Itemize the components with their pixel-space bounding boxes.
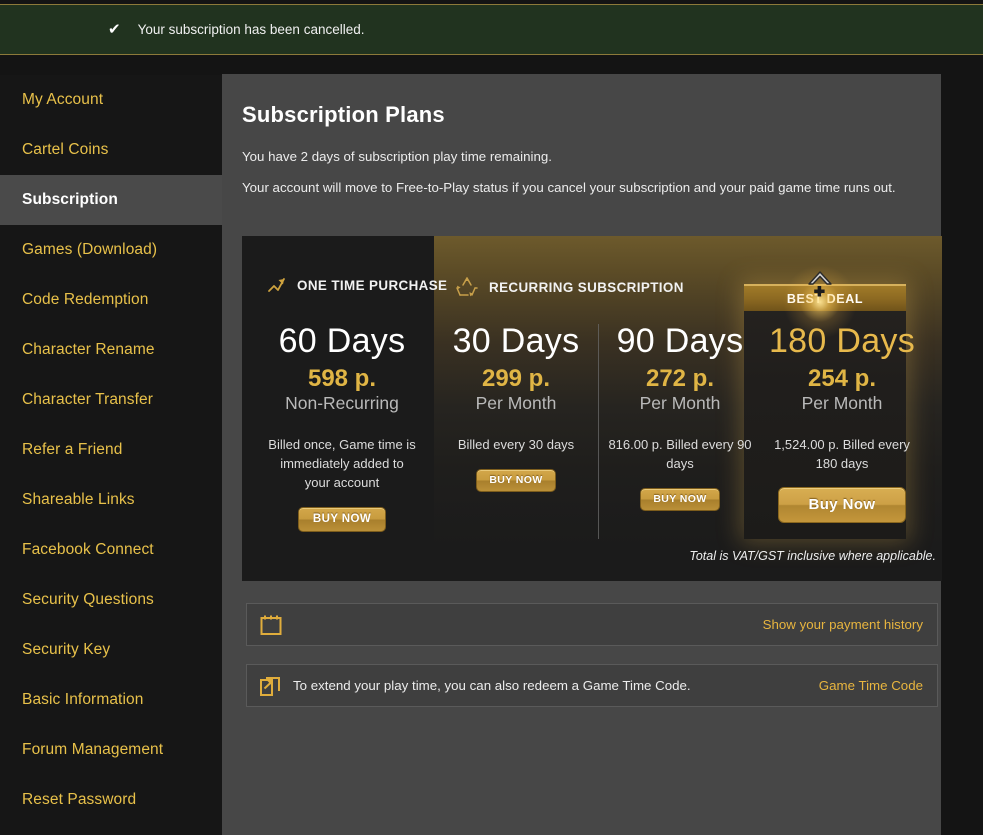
sidebar-item-label: Refer a Friend — [22, 441, 122, 459]
plan-price: 598 p. — [260, 366, 424, 392]
sidebar-item-security-questions[interactable]: Security Questions — [0, 575, 222, 625]
sidebar-item-label: Forum Management — [22, 741, 163, 759]
plan-billing-note: 1,524.00 p. Billed every 180 days — [760, 436, 924, 474]
plan-price: 254 p. — [760, 366, 924, 392]
sidebar-item-label: Games (Download) — [22, 241, 157, 259]
sidebar-item-label: My Account — [22, 91, 103, 109]
plan-period: Per Month — [760, 393, 924, 414]
sidebar-item-label: Character Rename — [22, 341, 155, 359]
sidebar-item-shareable-links[interactable]: Shareable Links — [0, 475, 222, 525]
sidebar-item-refer-a-friend[interactable]: Refer a Friend — [0, 425, 222, 475]
game-time-code-row[interactable]: To extend your play time, you can also r… — [246, 664, 938, 707]
plan-price: 299 p. — [434, 366, 598, 392]
arrow-up-right-icon — [266, 274, 288, 296]
calendar-icon — [259, 613, 283, 637]
plan-billing-note: 816.00 p. Billed every 90 days — [598, 436, 762, 474]
page-title: Subscription Plans — [242, 102, 445, 128]
sidebar-item-label: Reset Password — [22, 791, 136, 809]
sidebar-item-code-redemption[interactable]: Code Redemption — [0, 275, 222, 325]
payment-history-row[interactable]: Show your payment history — [246, 603, 938, 646]
sidebar-item-security-key[interactable]: Security Key — [0, 625, 222, 675]
sidebar-item-reset-password[interactable]: Reset Password — [0, 775, 222, 825]
one-time-purchase-label: ONE TIME PURCHASE — [297, 278, 447, 293]
plan-duration: 90 Days — [598, 322, 762, 360]
sidebar-item-basic-information[interactable]: Basic Information — [0, 675, 222, 725]
sidebar-item-character-rename[interactable]: Character Rename — [0, 325, 222, 375]
plan-duration: 180 Days — [760, 322, 924, 360]
subscription-plans-container: ONE TIME PURCHASE RECURRING SUBSCRIPTION — [242, 236, 942, 581]
sidebar-item-label: Cartel Coins — [22, 141, 108, 159]
sidebar-item-label: Facebook Connect — [22, 541, 154, 559]
check-icon: ✔ — [108, 22, 121, 37]
subscription-cancelled-banner: ✔ Your subscription has been cancelled. — [0, 4, 983, 55]
game-time-code-text: To extend your play time, you can also r… — [293, 678, 691, 693]
sidebar-item-label: Character Transfer — [22, 391, 153, 409]
plan-billing-note: Billed once, Game time is immediately ad… — [260, 436, 424, 493]
alert-content: ✔ Your subscription has been cancelled. — [108, 22, 364, 37]
plan-billing-note: Billed every 30 days — [434, 436, 598, 455]
plan-card-90-days: 90 Days 272 p. Per Month 816.00 p. Bille… — [598, 322, 762, 511]
play-time-remaining-text: You have 2 days of subscription play tim… — [242, 148, 552, 167]
buy-now-button-180-days[interactable]: Buy Now — [778, 487, 907, 523]
sidebar-item-my-account[interactable]: My Account — [0, 75, 222, 125]
sidebar-item-label: Shareable Links — [22, 491, 135, 509]
buy-now-button-90-days[interactable]: BUY NOW — [640, 488, 719, 511]
sidebar-item-label: Subscription — [22, 191, 118, 209]
sidebar-item-label: Security Key — [22, 641, 110, 659]
sidebar-item-subscription[interactable]: Subscription — [0, 175, 222, 225]
plan-duration: 30 Days — [434, 322, 598, 360]
plan-period: Non-Recurring — [260, 393, 424, 414]
sidebar-item-facebook-connect[interactable]: Facebook Connect — [0, 525, 222, 575]
game-time-code-link[interactable]: Game Time Code — [819, 678, 923, 693]
plan-period: Per Month — [598, 393, 762, 414]
alert-message: Your subscription has been cancelled. — [138, 22, 365, 37]
recycle-loop-icon — [454, 274, 480, 300]
sidebar-item-forum-management[interactable]: Forum Management — [0, 725, 222, 775]
plan-duration: 60 Days — [260, 322, 424, 360]
recurring-subscription-label: RECURRING SUBSCRIPTION — [489, 280, 684, 295]
sidebar-item-games-download[interactable]: Games (Download) — [0, 225, 222, 275]
buy-now-button-30-days[interactable]: BUY NOW — [476, 469, 555, 492]
upgrade-plus-icon — [806, 270, 834, 300]
vat-gst-note: Total is VAT/GST inclusive where applica… — [618, 549, 936, 563]
account-sidebar: My Account Cartel Coins Subscription Gam… — [0, 75, 222, 835]
show-payment-history-link[interactable]: Show your payment history — [763, 617, 923, 632]
plan-period: Per Month — [434, 393, 598, 414]
sidebar-item-label: Basic Information — [22, 691, 143, 709]
plan-card-30-days: 30 Days 299 p. Per Month Billed every 30… — [434, 322, 598, 492]
plan-card-180-days: 180 Days 254 p. Per Month 1,524.00 p. Bi… — [760, 322, 924, 523]
external-link-icon — [259, 675, 281, 697]
one-time-purchase-header: ONE TIME PURCHASE — [266, 274, 447, 296]
sidebar-item-label: Code Redemption — [22, 291, 148, 309]
recurring-subscription-header: RECURRING SUBSCRIPTION — [454, 274, 684, 300]
buy-now-button-60-days[interactable]: BUY NOW — [298, 507, 386, 532]
sidebar-item-label: Security Questions — [22, 591, 154, 609]
plan-card-60-days: 60 Days 598 p. Non-Recurring Billed once… — [260, 322, 424, 532]
free-to-play-notice-text: Your account will move to Free-to-Play s… — [242, 179, 914, 198]
sidebar-item-character-transfer[interactable]: Character Transfer — [0, 375, 222, 425]
sidebar-item-cartel-coins[interactable]: Cartel Coins — [0, 125, 222, 175]
plan-price: 272 p. — [598, 366, 762, 392]
main-content-panel: Subscription Plans You have 2 days of su… — [222, 74, 941, 835]
